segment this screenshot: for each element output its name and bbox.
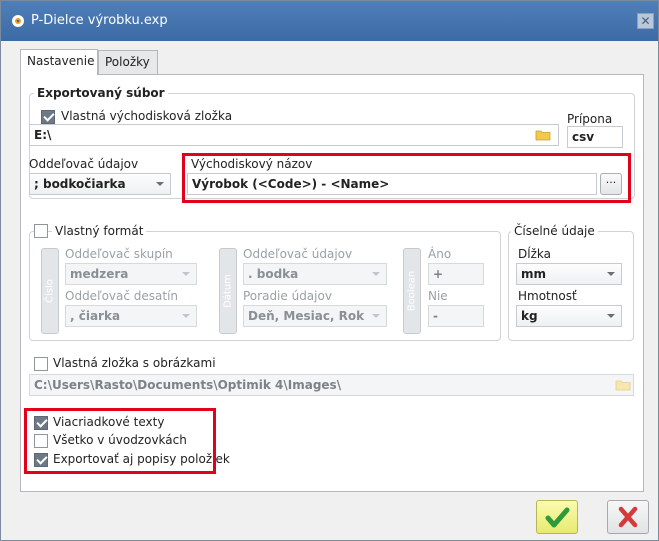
numeric-data-title: Číselné údaje	[511, 224, 598, 238]
decimal-separator-label: Oddeľovač desatín	[65, 289, 179, 303]
images-folder-label: Vlastná zložka s obrázkami	[53, 356, 216, 370]
custom-format-checkbox[interactable]	[34, 224, 48, 238]
highlight-options	[24, 408, 216, 474]
length-unit-select[interactable]: mm	[516, 263, 622, 285]
date-separator-label: Oddeľovač údajov	[243, 247, 353, 261]
length-label: Dĺžka	[518, 247, 551, 261]
chevron-down-icon	[607, 314, 615, 318]
close-icon: ✕	[640, 14, 651, 28]
export-file-group-title: Exportovaný súbor	[34, 86, 168, 100]
chevron-down-icon	[607, 272, 615, 276]
date-separator-select[interactable]: . bodka	[243, 263, 387, 285]
title-bar: P-Dielce výrobku.exp ✕	[1, 1, 658, 41]
folder-icon[interactable]	[535, 129, 551, 141]
yes-label: Áno	[428, 247, 452, 261]
yes-value-input[interactable]: +	[428, 263, 484, 285]
weight-unit-select[interactable]: kg	[516, 305, 622, 327]
app-icon	[12, 15, 24, 27]
chevron-down-icon	[182, 272, 190, 276]
data-separator-select[interactable]: ; bodkočiarka	[29, 173, 171, 195]
images-folder-checkbox[interactable]	[34, 357, 48, 371]
data-separator-label: Oddeľovač údajov	[29, 157, 139, 171]
chevron-down-icon	[156, 182, 164, 186]
folder-icon[interactable]	[615, 379, 631, 391]
no-value-input[interactable]: -	[428, 305, 484, 327]
ok-button[interactable]	[536, 500, 578, 534]
dialog-window: P-Dielce výrobku.exp ✕ Nastavenie Položk…	[0, 0, 659, 541]
group-separator-label: Oddeľovač skupín	[65, 247, 173, 261]
decimal-separator-select[interactable]: , čiarka	[65, 305, 197, 327]
no-label: Nie	[428, 289, 448, 303]
date-order-select[interactable]: Deň, Mesiac, Rok	[243, 305, 387, 327]
custom-folder-label: Vlastná východisková zložka	[61, 109, 233, 123]
cancel-button[interactable]	[607, 500, 649, 534]
export-path-input[interactable]: E:\	[29, 124, 559, 146]
close-button[interactable]: ✕	[637, 13, 654, 29]
custom-folder-checkbox[interactable]	[41, 110, 55, 124]
tab-polozky[interactable]: Položky	[98, 50, 158, 74]
number-format-tab: Číslo	[41, 248, 59, 334]
tab-nastavenie[interactable]: Nastavenie	[20, 49, 98, 75]
chevron-down-icon	[182, 314, 190, 318]
cross-icon	[618, 506, 638, 528]
group-separator-select[interactable]: medzera	[65, 263, 197, 285]
window-title: P-Dielce výrobku.exp	[31, 13, 168, 28]
date-format-tab: Dátum	[219, 248, 237, 334]
date-order-label: Poradie údajov	[243, 289, 332, 303]
checkmark-icon	[545, 507, 570, 528]
chevron-down-icon	[372, 314, 380, 318]
settings-panel: Exportovaný súbor Vlastná východisková z…	[20, 74, 644, 492]
custom-format-label: Vlastný formát	[52, 224, 147, 238]
weight-label: Hmotnosť	[518, 289, 577, 303]
images-path-input[interactable]: C:\Users\Rasto\Documents\Optimik 4\Image…	[29, 374, 634, 396]
boolean-format-tab: Boolean	[403, 248, 421, 334]
extension-label: Prípona	[567, 112, 613, 126]
chevron-down-icon	[372, 272, 380, 276]
extension-input[interactable]: csv	[567, 126, 623, 148]
highlight-default-name	[182, 153, 631, 203]
